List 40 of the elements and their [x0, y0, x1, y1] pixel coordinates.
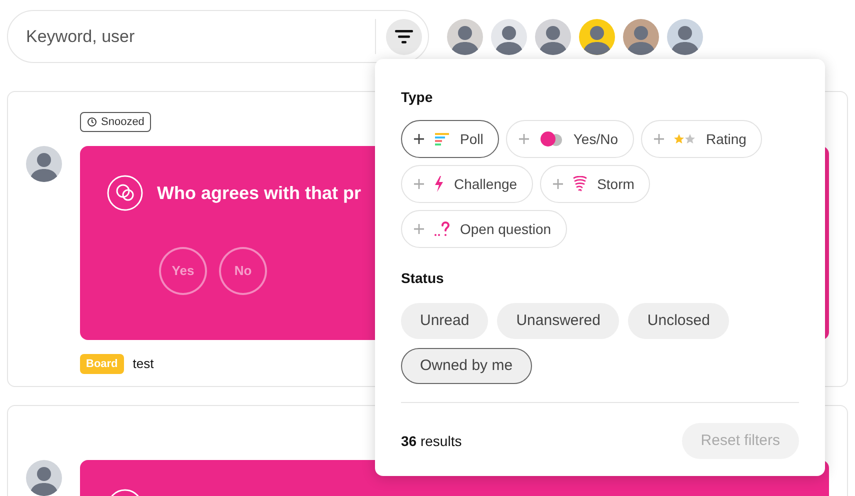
- user-avatar: [535, 18, 571, 54]
- status-filter-chip[interactable]: Owned by me: [401, 348, 532, 384]
- user-avatar: [491, 18, 527, 54]
- type-filter-chip[interactable]: Storm: [540, 165, 650, 203]
- board-tag: Board: [80, 354, 124, 374]
- plus-icon: [519, 134, 530, 144]
- stars-icon: [674, 134, 696, 144]
- clock-icon: [87, 117, 97, 127]
- section-heading: Type: [401, 88, 434, 107]
- lightning-icon: [434, 176, 444, 192]
- board-name: test: [132, 355, 154, 374]
- search-field[interactable]: Keyword, user: [7, 10, 429, 63]
- type-filter-chip[interactable]: Yes/No: [506, 120, 634, 158]
- plus-icon: [414, 179, 424, 189]
- section-heading: Status: [401, 269, 445, 288]
- question-title: Who agrees with that pr: [157, 182, 362, 205]
- user-avatar: [667, 18, 703, 54]
- status-filter-chip[interactable]: Unanswered: [497, 303, 620, 339]
- plus-icon: [414, 134, 424, 144]
- snoozed-tag: Snoozed: [80, 112, 152, 132]
- results-count: 36 results: [401, 432, 462, 450]
- type-filter-chip[interactable]: Challenge: [401, 165, 534, 203]
- user-avatar: [579, 18, 615, 54]
- type-filter-chip[interactable]: Open question: [401, 210, 568, 248]
- plus-icon: [654, 134, 664, 144]
- type-filter-chip[interactable]: Poll: [401, 120, 500, 158]
- author-avatar: [26, 460, 62, 496]
- user-avatar: [447, 18, 483, 54]
- type-filter-chip[interactable]: Rating: [640, 120, 762, 158]
- author-avatar: [26, 146, 62, 182]
- plus-icon: [414, 224, 424, 234]
- status-filter-chip[interactable]: Unclosed: [628, 303, 729, 339]
- bars-icon: [434, 132, 450, 146]
- question-dots-icon: [434, 221, 450, 237]
- status-filter-chip[interactable]: Unread: [401, 303, 488, 339]
- filter-icon: [395, 30, 413, 44]
- filter-button[interactable]: [386, 18, 422, 54]
- user-avatar: [623, 18, 659, 54]
- search-input[interactable]: Keyword, user: [26, 24, 375, 50]
- plus-icon: [553, 179, 564, 189]
